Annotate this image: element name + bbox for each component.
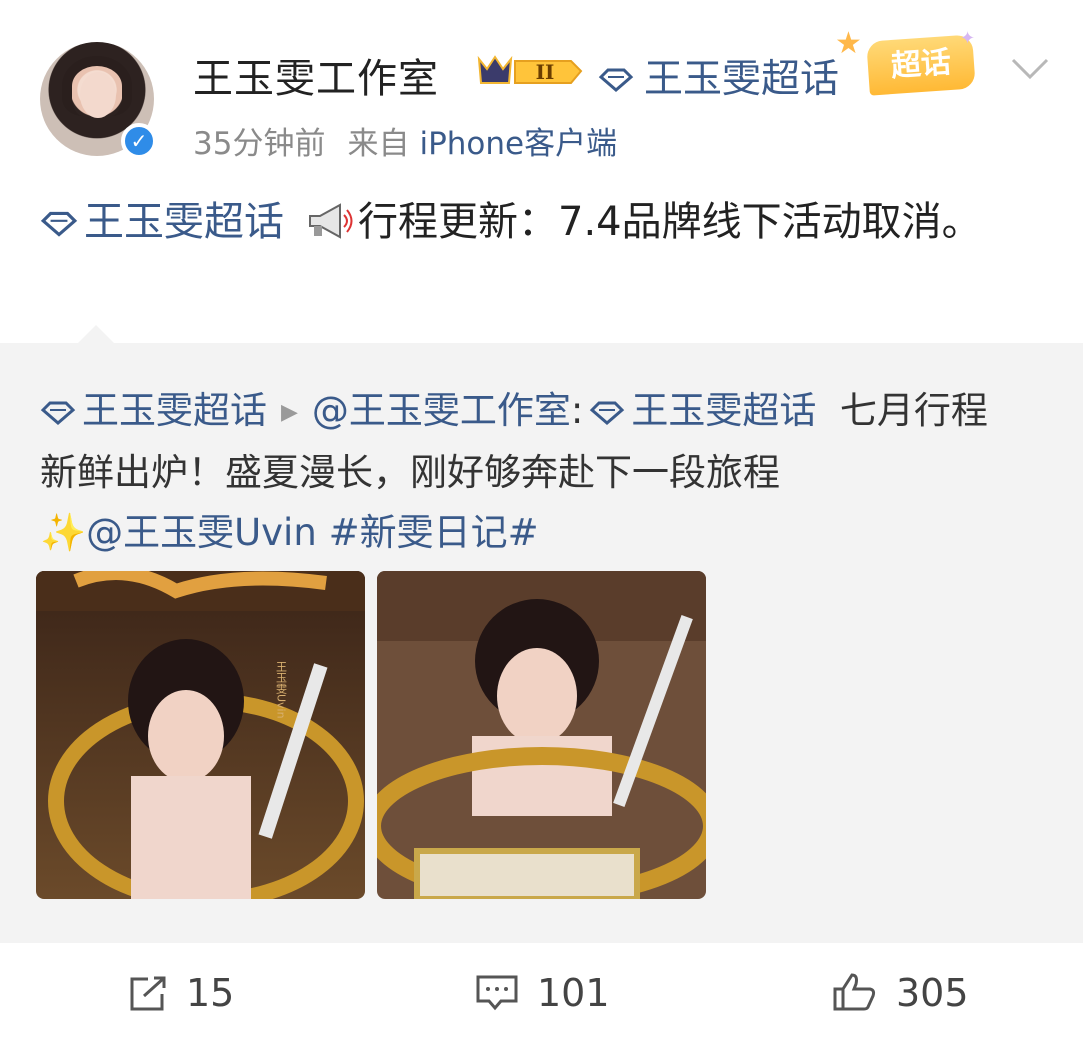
like-count: 305 [896,971,969,1015]
source-prefix: 来自 [347,126,410,162]
crown-badge-icon[interactable]: II [475,53,585,89]
avatar-face [80,72,116,118]
reposted-content[interactable]: 王玉雯超话 ▶ @王玉雯工作室: 王玉雯超话 七月行程新鲜出炉！盛夏漫长，刚好够奔赴下… [0,325,1083,943]
weibo-post: ✓ 王玉雯工作室 II 王玉雯超话 ★ 超话 ✦ 35分钟前 来自 iPhone客户… [0,0,1083,340]
diamond-icon [598,68,634,92]
share-button[interactable]: 15 [128,971,234,1015]
comment-button[interactable]: 101 [475,971,610,1015]
sparkle-icon: ✦ [960,28,976,49]
repost-image-1[interactable]: 王玉雯Uvin [36,571,365,899]
play-triangle-icon: ▶ [281,400,298,425]
repost-topic-link[interactable]: 王玉雯超话 [40,389,267,432]
repost-topic-link-2[interactable]: 王玉雯超话 [583,389,816,432]
comment-count: 101 [537,971,610,1015]
share-icon [130,976,166,1011]
star-icon: ★ [835,26,862,61]
chevron-down-icon[interactable] [1010,56,1050,82]
post-meta: 35分钟前 来自 iPhone客户端 [193,118,617,163]
diamond-icon [40,211,78,237]
repost-image-2[interactable] [377,571,706,899]
repost-hashtag[interactable]: #新雯日记# [329,511,539,554]
repost-topic-label: 王玉雯超话 [82,389,267,432]
repost-mention-2[interactable]: @王玉雯Uvin [86,511,317,554]
post-time: 35分钟前 [193,126,326,162]
diamond-icon [590,401,625,425]
super-topic-link[interactable]: 王玉雯超话 [598,48,839,104]
sparkle-emoji: ✨ [40,511,87,554]
like-icon [833,973,876,1011]
diamond-icon [40,401,76,425]
repost-notch [78,325,114,343]
megaphone-icon [309,203,353,239]
username[interactable]: 王玉雯工作室 [193,46,439,104]
badge-level: II [536,60,555,84]
repost-colon: : [570,389,584,432]
image-caption: 王玉雯Uvin [275,661,288,719]
like-button[interactable]: 305 [832,971,969,1015]
repost-mention[interactable]: @王玉雯工作室 [312,389,571,432]
repost-topic-label-2: 王玉雯超话 [631,389,817,432]
post-topic-label: 王玉雯超话 [84,199,284,245]
comment-icon [476,975,518,1011]
verified-icon: ✓ [121,123,157,159]
post-body: 行程更新：7.4品牌线下活动取消。 [358,199,982,245]
post-text: 王玉雯超话 行程更新：7.4品牌线下活动取消。 [40,190,1040,254]
repost-text: 王玉雯超话 ▶ @王玉雯工作室: 王玉雯超话 七月行程新鲜出炉！盛夏漫长，刚好够奔赴下… [40,381,1020,563]
share-count: 15 [186,971,235,1015]
super-topic-label: 王玉雯超话 [644,57,840,102]
source-client[interactable]: iPhone客户端 [419,126,617,162]
action-bar: 15 101 305 [0,943,1083,1053]
post-topic-link[interactable]: 王玉雯超话 [40,199,284,245]
